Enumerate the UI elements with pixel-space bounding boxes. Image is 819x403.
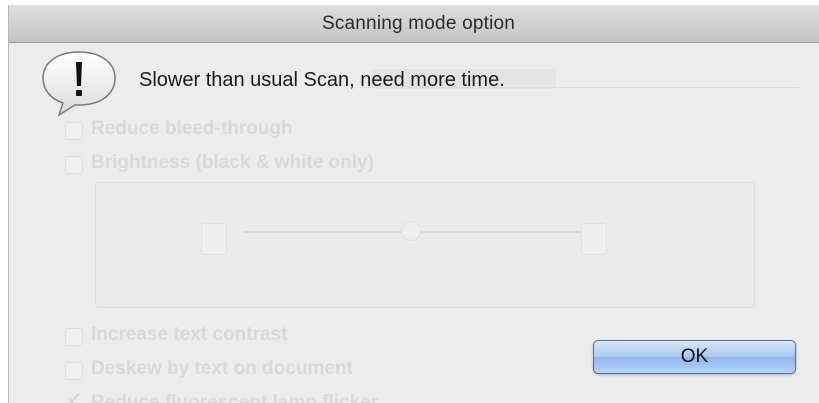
dialog-window: Scanning mode option Reduce bleed-throug… (8, 5, 819, 403)
bg-checkmark-icon: ✓ (67, 389, 83, 403)
bg-option-label: Reduce bleed-through (91, 118, 293, 139)
ok-button[interactable]: OK (593, 340, 796, 374)
bg-option-label: Increase text contrast (91, 324, 288, 345)
exclamation-icon (42, 51, 116, 117)
alert-message: Slower than usual Scan, need more time. (139, 69, 505, 91)
bg-checkbox-brightness (65, 156, 83, 174)
bg-slider-thumb (401, 221, 421, 241)
bg-slider-plus (581, 223, 607, 255)
bg-brightness-group (95, 182, 755, 308)
bg-option-label: Deskew by text on document (91, 358, 353, 379)
bg-checkbox-deskew (65, 362, 83, 380)
bg-checkbox-reduce-bleed (65, 122, 83, 140)
bg-option-label: Brightness (black & white only) (91, 152, 374, 173)
bg-checkbox-contrast (65, 328, 83, 346)
bg-option-label: Reduce fluorescent lamp flicker (91, 392, 379, 403)
bg-slider-minus (201, 223, 227, 255)
